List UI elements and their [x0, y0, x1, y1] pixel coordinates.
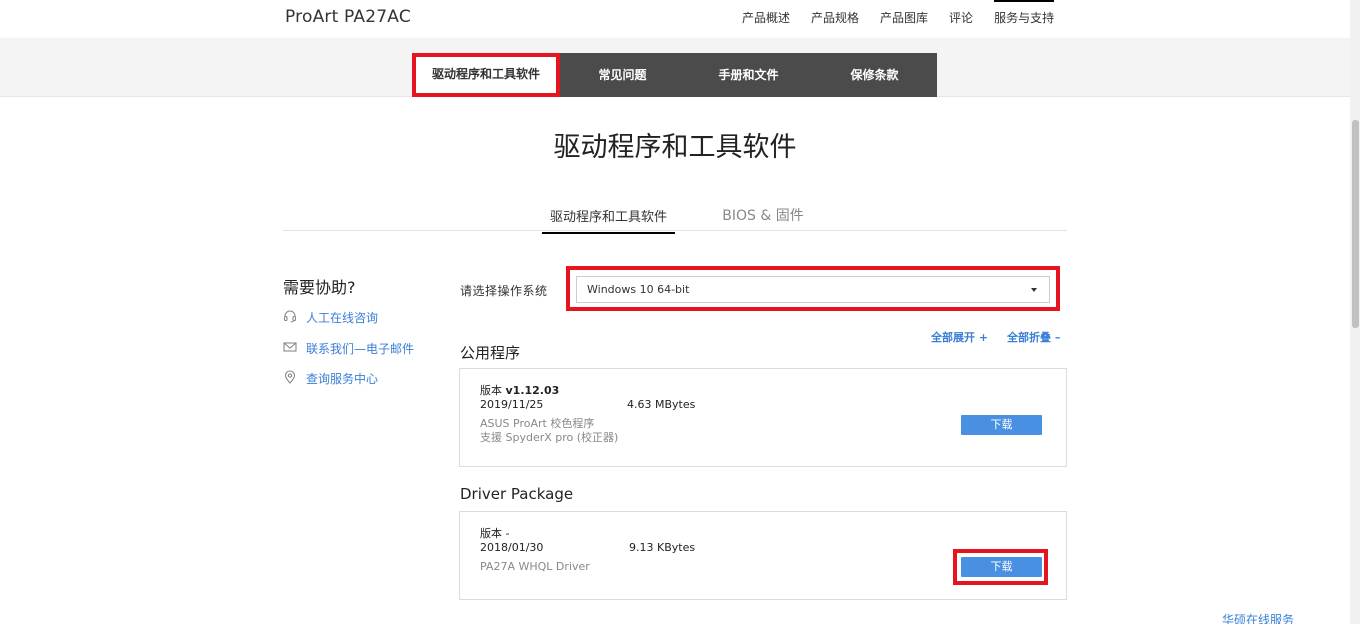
nav-support[interactable]: 服务与支持	[994, 0, 1055, 38]
nav-reviews[interactable]: 评论	[949, 0, 973, 38]
subtab-drivers-tools[interactable]: 驱动程序和工具软件	[412, 53, 560, 97]
file-size: 9.13 KBytes	[629, 541, 696, 554]
version-value: v1.12.03	[505, 384, 560, 397]
download-button-highlight	[953, 549, 1048, 585]
headset-icon	[283, 309, 306, 326]
release-date: 2018/01/30	[480, 541, 544, 554]
top-nav: 产品概述 产品规格 产品图库 评论 服务与支持	[742, 0, 1075, 38]
envelope-icon	[283, 340, 306, 357]
download-card: 版本 v1.12.03 2019/11/25 4.63 MBytes ASUS …	[459, 368, 1067, 467]
online-service-link[interactable]: 华硕在线服务	[1222, 611, 1294, 624]
map-pin-icon	[283, 370, 306, 387]
chat-link[interactable]: 人工在线咨询	[283, 309, 378, 326]
tab-drivers-tools[interactable]: 驱动程序和工具软件	[542, 206, 675, 234]
description-line: PA27A WHQL Driver	[480, 560, 590, 573]
os-select-value: Windows 10 64-bit	[587, 283, 690, 296]
os-select-highlight: Windows 10 64-bit	[566, 266, 1060, 311]
section-title-driver-package: Driver Package	[460, 485, 574, 503]
product-title: ProArt PA27AC	[285, 7, 411, 27]
tab-bios-firmware[interactable]: BIOS & 固件	[718, 205, 808, 225]
section-title-utilities: 公用程序	[460, 344, 521, 362]
scrollbar-thumb[interactable]	[1352, 120, 1359, 328]
description-line: 支援 SpyderX pro (校正器)	[480, 431, 619, 444]
chat-link-label: 人工在线咨询	[306, 311, 379, 325]
nav-gallery[interactable]: 产品图库	[880, 0, 928, 38]
subtab-manuals[interactable]: 手册和文件	[685, 53, 812, 97]
os-select[interactable]: Windows 10 64-bit	[576, 276, 1050, 303]
collapse-all-link[interactable]: 全部折叠 –	[1007, 329, 1060, 345]
nav-overview[interactable]: 产品概述	[742, 0, 790, 38]
service-center-link-label: 查询服务中心	[306, 372, 379, 386]
version-text: 版本 v1.12.03	[480, 382, 559, 398]
os-select-label: 请选择操作系统	[460, 284, 548, 298]
file-size: 4.63 MBytes	[627, 398, 696, 411]
content-tabs-divider	[283, 230, 1067, 231]
description-line: ASUS ProArt 校色程序	[480, 417, 595, 430]
support-subnav: 驱动程序和工具软件 常见问题 手册和文件 保修条款	[412, 53, 937, 97]
nav-specs[interactable]: 产品规格	[811, 0, 859, 38]
caret-down-icon	[1031, 288, 1037, 292]
email-link[interactable]: 联系我们—电子邮件	[283, 340, 414, 357]
subtab-faq[interactable]: 常见问题	[560, 53, 685, 97]
version-label: 版本	[480, 384, 506, 397]
help-title: 需要协助?	[283, 278, 356, 297]
version-label: 版本 -	[480, 527, 510, 540]
email-link-label: 联系我们—电子邮件	[306, 342, 415, 356]
top-bar: ProArt PA27AC 产品概述 产品规格 产品图库 评论 服务与支持	[0, 0, 1350, 38]
service-center-link[interactable]: 查询服务中心	[283, 370, 378, 387]
download-button[interactable]: 下载	[961, 415, 1042, 435]
expand-all-link[interactable]: 全部展开 +	[931, 329, 988, 345]
subtab-warranty[interactable]: 保修条款	[812, 53, 937, 97]
release-date: 2019/11/25	[480, 398, 544, 411]
page-title: 驱动程序和工具软件	[553, 132, 797, 163]
